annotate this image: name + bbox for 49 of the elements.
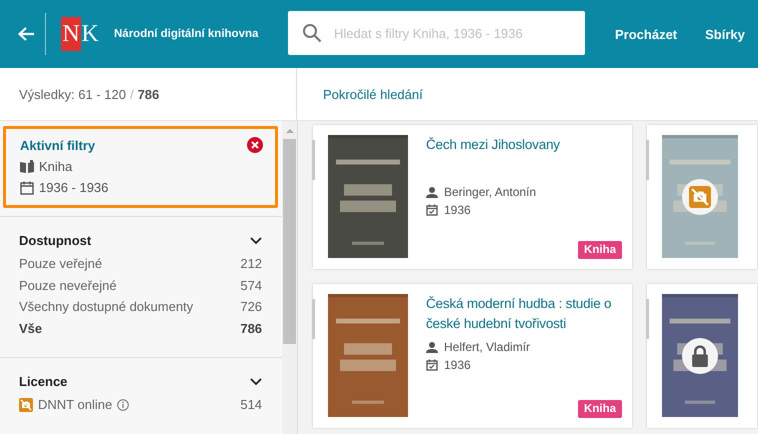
publication-year: 1936 bbox=[444, 358, 471, 372]
facet-item[interactable]: DNNT online 514 bbox=[19, 394, 262, 416]
separator: / bbox=[130, 86, 134, 102]
drag-handle[interactable] bbox=[312, 140, 315, 180]
author-name: Beringer, Antonín bbox=[444, 185, 536, 199]
site-title[interactable]: Národní digitální knihovna bbox=[114, 28, 288, 40]
person-icon bbox=[426, 341, 438, 353]
facet-item[interactable]: Vše 786 bbox=[19, 318, 262, 339]
nav-link[interactable]: Sbírky bbox=[705, 26, 745, 42]
back-arrow-icon bbox=[17, 26, 35, 42]
active-filters-title: Aktivní filtry bbox=[20, 138, 96, 152]
doctype-tag: Kniha bbox=[578, 241, 622, 259]
results-total: 786 bbox=[138, 86, 160, 102]
advanced-search-link[interactable]: Pokročilé hledání bbox=[323, 86, 423, 102]
drag-handle[interactable] bbox=[646, 299, 649, 339]
search-icon bbox=[302, 23, 322, 43]
facet-item[interactable]: Pouze neveřejné 574 bbox=[19, 274, 262, 296]
result-title[interactable]: Čech mezi Jihoslovany bbox=[426, 135, 622, 155]
scrollbar[interactable] bbox=[282, 121, 297, 434]
result-card[interactable] bbox=[647, 284, 757, 428]
facet-title: Dostupnost bbox=[19, 233, 92, 248]
nav-link[interactable]: Procházet bbox=[615, 26, 678, 42]
book-icon bbox=[20, 160, 34, 174]
close-icon bbox=[247, 137, 264, 153]
publication-year: 1936 bbox=[444, 203, 471, 217]
crossed-camera-icon bbox=[19, 398, 33, 412]
drag-handle[interactable] bbox=[646, 140, 649, 180]
info-icon bbox=[117, 398, 130, 411]
calendar-icon bbox=[426, 359, 438, 371]
facet-item[interactable]: Pouze veřejné 212 bbox=[19, 253, 262, 274]
back-button[interactable] bbox=[17, 26, 35, 42]
drag-handle[interactable] bbox=[312, 299, 315, 339]
facet-title: Licence bbox=[19, 374, 68, 389]
calendar-icon bbox=[426, 204, 438, 216]
results-range: Výsledky: 61 - 120 bbox=[19, 86, 126, 102]
filter-label: 1936 - 1936 bbox=[39, 180, 108, 195]
facet-item[interactable]: Všechny dostupné dokumenty 726 bbox=[19, 296, 262, 318]
author-name: Helfert, Vladimír bbox=[444, 340, 530, 354]
result-card[interactable]: Česká moderní hudba : studie o české hudební tvořivosti Helfert, Vladimír 1936 Kniha bbox=[313, 284, 632, 428]
person-icon bbox=[426, 186, 438, 198]
search-field[interactable]: Hledat s filtry Kniha, 1936 - 1936 bbox=[288, 11, 585, 55]
filter-label: Kniha bbox=[39, 159, 72, 174]
result-title[interactable]: Česká moderní hudba : studie o české hudební tvořivosti bbox=[426, 294, 622, 334]
calendar-icon bbox=[20, 180, 34, 194]
doctype-tag: Kniha bbox=[578, 400, 622, 418]
clear-filters-button[interactable] bbox=[247, 137, 264, 153]
expand-button[interactable] bbox=[250, 378, 262, 386]
expand-button[interactable] bbox=[250, 236, 262, 244]
result-card[interactable]: Čech mezi Jihoslovany Beringer, Antonín 1936 Kniha bbox=[313, 125, 632, 269]
